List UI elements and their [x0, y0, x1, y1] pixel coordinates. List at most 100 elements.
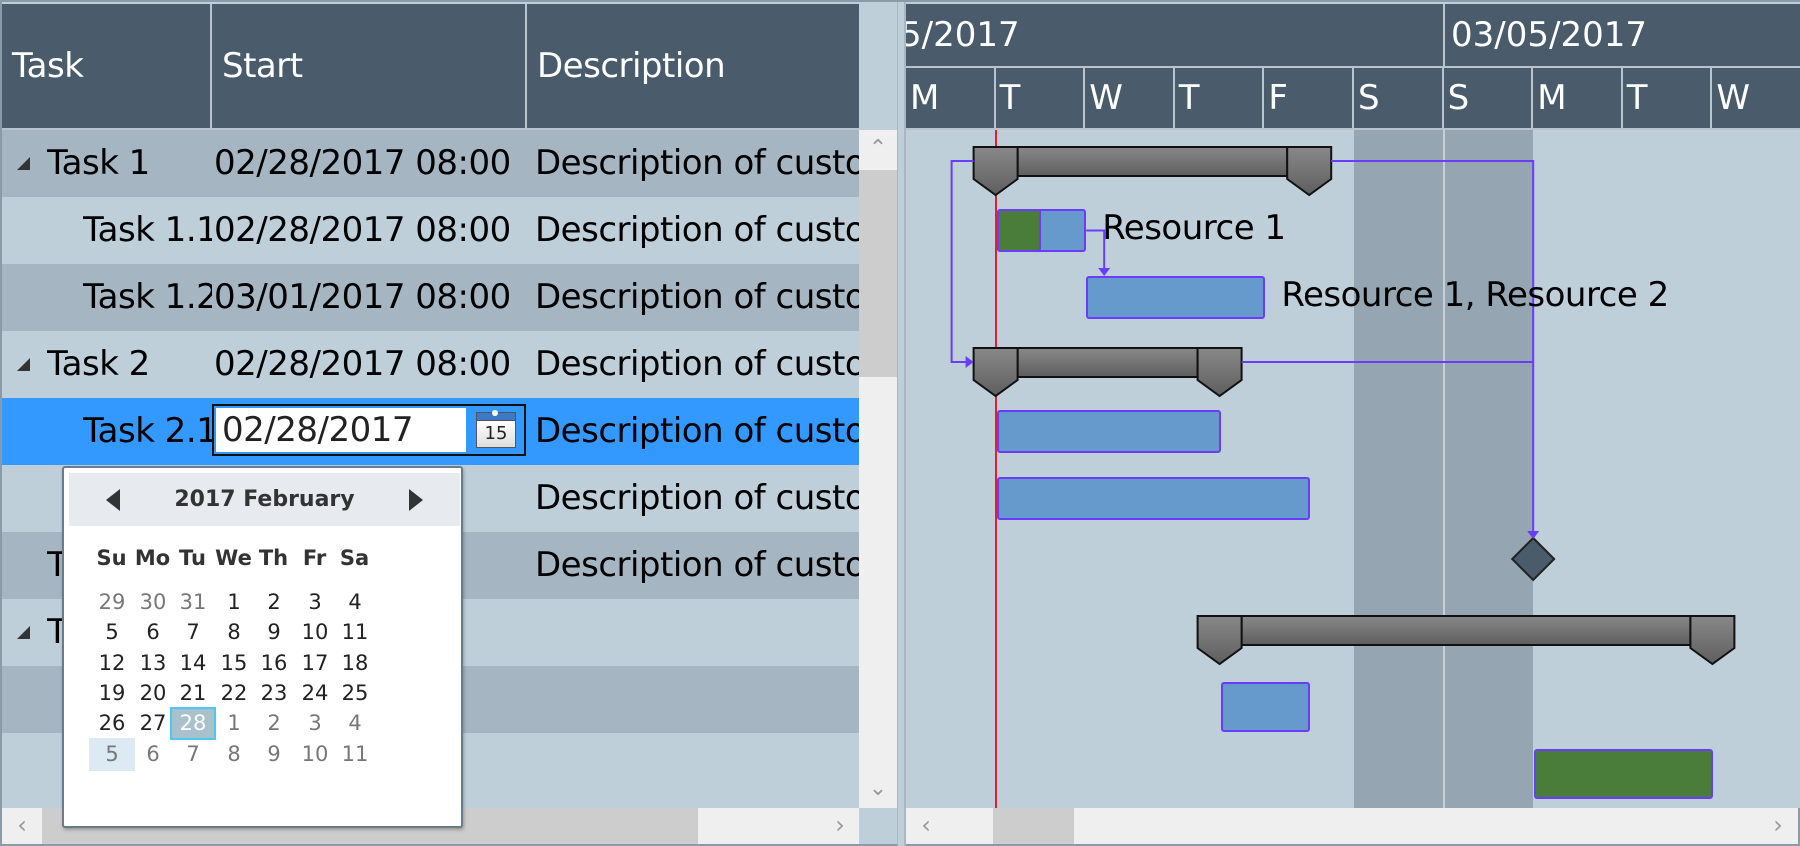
- gantt-horizontal-scroll-thumb[interactable]: [993, 808, 1074, 844]
- summary-start-cap: [972, 347, 1019, 398]
- task-bar[interactable]: [1220, 682, 1311, 732]
- summary-end-cap: [1196, 347, 1243, 398]
- start-date-cell[interactable]: 02/28/2017 08:00: [214, 197, 527, 264]
- scroll-up-button[interactable]: ⌃: [859, 130, 897, 168]
- calendar-day[interactable]: 9: [251, 616, 297, 649]
- column-header-description[interactable]: Description: [527, 4, 859, 128]
- arrow-down-icon: [1098, 268, 1111, 276]
- calendar-day[interactable]: 5: [89, 737, 135, 771]
- summary-start-cap: [1196, 615, 1243, 666]
- open-calendar-button[interactable]: 15: [474, 410, 520, 450]
- weekday-header: Su: [96, 546, 127, 570]
- calendar-day[interactable]: 5: [89, 616, 135, 649]
- resource-label: Resource 1: [1102, 208, 1286, 248]
- calendar-day[interactable]: 29: [89, 586, 135, 619]
- description-cell: [535, 733, 859, 800]
- calendar-month-title[interactable]: 2017 February: [69, 473, 460, 526]
- grid-row[interactable]: Task 1 02/28/2017 08:00 Description of cus…: [2, 130, 859, 197]
- arrow-right-icon: [965, 356, 974, 368]
- expand-collapse-triangle-icon[interactable]: [17, 626, 30, 639]
- previous-month-button[interactable]: [106, 489, 120, 511]
- calendar-day[interactable]: 26: [89, 707, 135, 740]
- calendar-day[interactable]: 9: [251, 738, 297, 771]
- day-header-cell: M: [906, 68, 996, 128]
- day-header-cell: S: [1354, 68, 1444, 128]
- task-bar[interactable]: [996, 477, 1311, 520]
- gantt-horizontal-scrollbar[interactable]: ‹ ›: [906, 808, 1798, 844]
- next-month-button[interactable]: [409, 489, 423, 511]
- calendar-day[interactable]: 14: [170, 647, 216, 680]
- scroll-right-button[interactable]: ›: [822, 808, 858, 844]
- timeline-day-header: MTWTFSSMTW: [906, 68, 1800, 130]
- task-name-cell: Task 1.2: [83, 277, 212, 317]
- task-bar[interactable]: [1086, 276, 1266, 319]
- description-cell: Description of custom task: [535, 143, 859, 183]
- grid-row[interactable]: Task 2 02/28/2017 08:00 Description of cus…: [2, 331, 859, 398]
- task-progress-fill: [1536, 751, 1712, 797]
- gantt-scroll-left-button[interactable]: ‹: [908, 808, 944, 844]
- expand-collapse-triangle-icon[interactable]: [17, 157, 30, 170]
- task-name-cell: Task 2.1: [83, 411, 212, 451]
- timeline-body: Resource 1 Resource 1, Resource 2: [906, 130, 1800, 808]
- description-cell: Description of custom task: [535, 411, 859, 451]
- calendar-icon-day: 15: [476, 420, 516, 448]
- grid-gantt-splitter[interactable]: [897, 2, 906, 846]
- calendar-day[interactable]: 12: [89, 647, 135, 680]
- scroll-left-button[interactable]: ‹: [4, 808, 40, 844]
- calendar-day-selected[interactable]: 28: [170, 707, 216, 741]
- start-date-cell[interactable]: 03/01/2017 08:00: [214, 264, 527, 331]
- calendar-day[interactable]: 2: [251, 586, 297, 619]
- day-header-cell: W: [1712, 68, 1800, 128]
- start-date-cell[interactable]: 02/28/2017 08:00: [214, 130, 527, 197]
- calendar-day[interactable]: 7: [170, 616, 216, 649]
- date-input[interactable]: [216, 408, 466, 452]
- calendar-day[interactable]: 4: [332, 707, 378, 740]
- task-bar[interactable]: [1534, 749, 1714, 799]
- calendar-day[interactable]: 7: [170, 738, 216, 771]
- calendar-day[interactable]: 11: [332, 616, 378, 649]
- task-bar[interactable]: [996, 410, 1221, 453]
- arrow-down-icon: [1527, 531, 1540, 539]
- dependency-link[interactable]: [950, 160, 974, 363]
- calendar-day[interactable]: 2: [251, 707, 297, 740]
- task-name-cell: Task 1: [47, 143, 150, 183]
- calendar-day[interactable]: 19: [89, 677, 135, 710]
- day-header-cell: M: [1533, 68, 1623, 128]
- column-header-start[interactable]: Start: [212, 4, 527, 128]
- summary-task-bar[interactable]: [972, 347, 1243, 398]
- start-date-cell[interactable]: 02/28/2017 08:00: [214, 331, 527, 398]
- vertical-scroll-thumb[interactable]: [859, 170, 897, 377]
- weekday-header: Tu: [179, 546, 206, 570]
- calendar-day[interactable]: 11: [332, 738, 378, 771]
- grid-row[interactable]: Task 1.1 02/28/2017 08:00 Description of c…: [2, 197, 859, 264]
- scroll-down-button[interactable]: ⌄: [859, 770, 897, 808]
- calendar-day[interactable]: 31: [170, 586, 216, 619]
- description-cell: [535, 666, 859, 733]
- summary-end-cap: [1286, 146, 1333, 197]
- summary-task-bar[interactable]: [972, 146, 1333, 197]
- week-header-cell: 03/05/2017: [1445, 4, 1800, 66]
- summary-task-bar[interactable]: [1196, 615, 1736, 666]
- day-header-cell: T: [1175, 68, 1265, 128]
- calendar-day[interactable]: 25: [332, 677, 378, 710]
- gantt-scroll-right-button[interactable]: ›: [1760, 808, 1796, 844]
- task-name-cell: Task 2: [47, 344, 150, 384]
- grid-vertical-scrollbar[interactable]: ⌃ ⌄: [859, 130, 897, 808]
- milestone-diamond[interactable]: [1510, 536, 1556, 582]
- description-cell: Description of custom task: [535, 210, 859, 250]
- start-date-editor[interactable]: 15: [212, 404, 526, 456]
- column-header-task[interactable]: Task: [2, 4, 212, 128]
- chevron-up-icon: ⌃: [868, 136, 888, 161]
- expand-collapse-triangle-icon[interactable]: [17, 358, 30, 371]
- calendar-day[interactable]: 4: [332, 586, 378, 619]
- dependency-link[interactable]: [1331, 160, 1535, 537]
- grid-row[interactable]: Task 1.2 03/01/2017 08:00 Description of c…: [2, 264, 859, 331]
- task-bar[interactable]: [996, 209, 1087, 252]
- calendar-day[interactable]: 23: [251, 677, 297, 710]
- summary-end-cap: [1689, 615, 1736, 666]
- description-cell: Description of custom task: [535, 277, 859, 317]
- calendar-day[interactable]: 16: [251, 647, 297, 680]
- calendar-day[interactable]: 18: [332, 647, 378, 680]
- day-header-cell: T: [996, 68, 1086, 128]
- calendar-day[interactable]: 21: [170, 677, 216, 710]
